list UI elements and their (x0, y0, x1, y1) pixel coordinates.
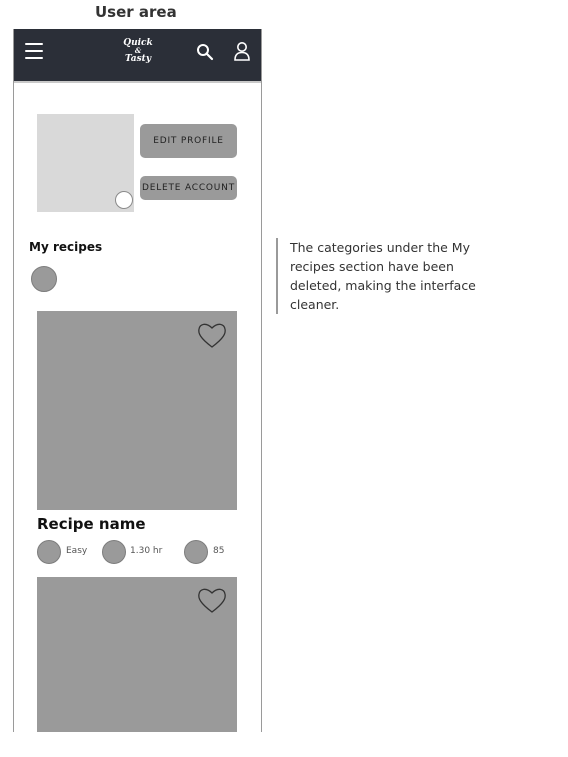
change-photo-button[interactable] (115, 191, 133, 209)
search-icon[interactable] (196, 43, 214, 61)
edit-profile-button[interactable]: EDIT PROFILE (140, 124, 237, 158)
score-icon (184, 540, 208, 564)
page-caption: User area (95, 3, 177, 21)
recipe-name[interactable]: Recipe name (37, 515, 146, 533)
difficulty-icon (37, 540, 61, 564)
heart-icon[interactable] (197, 321, 227, 349)
heart-icon[interactable] (197, 586, 227, 614)
my-recipes-icon[interactable] (31, 266, 57, 292)
top-bar: Quick & Tasty (14, 29, 261, 83)
delete-account-button[interactable]: DELETE ACCOUNT (140, 176, 237, 200)
hamburger-icon[interactable] (25, 43, 43, 59)
annotation-note: The categories under the My recipes sect… (276, 238, 490, 314)
user-icon[interactable] (233, 41, 251, 61)
score-label: 85 (213, 546, 225, 556)
difficulty-label: Easy (66, 546, 88, 556)
app-logo[interactable]: Quick & Tasty (118, 39, 158, 64)
phone-frame: Quick & Tasty EDIT PROFILE DELETE ACCOUN… (13, 29, 262, 732)
logo-line2: Tasty (124, 54, 152, 64)
time-label: 1.30 hr (130, 546, 163, 556)
time-icon (102, 540, 126, 564)
my-recipes-title: My recipes (29, 240, 103, 254)
